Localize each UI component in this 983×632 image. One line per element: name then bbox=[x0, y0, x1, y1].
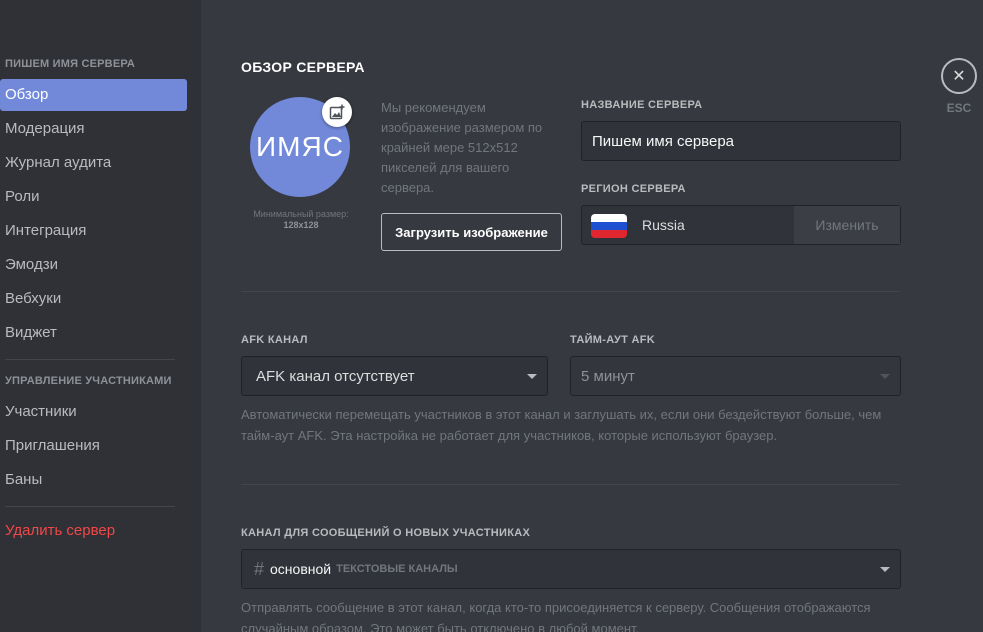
page-title: ОБЗОР СЕРВЕРА bbox=[241, 59, 365, 75]
afk-channel-select[interactable]: AFK канал отсутствует bbox=[241, 356, 548, 396]
chevron-down-icon bbox=[880, 567, 890, 572]
sidebar-item-roles[interactable]: Роли bbox=[0, 181, 187, 213]
sidebar-item-widget[interactable]: Виджет bbox=[0, 317, 187, 349]
image-recommendation: Мы рекомендуем изображение размером по к… bbox=[381, 100, 543, 195]
members-section-title: УПРАВЛЕНИЕ УЧАСТНИКАМИ bbox=[5, 375, 172, 387]
welcome-channel-select[interactable]: # основной ТЕКСТОВЫЕ КАНАЛЫ bbox=[241, 549, 901, 589]
change-region-button[interactable]: Изменить bbox=[794, 206, 900, 244]
welcome-channel-label: КАНАЛ ДЛЯ СООБЩЕНИЙ О НОВЫХ УЧАСТНИКАХ bbox=[241, 527, 531, 539]
welcome-description: Отправлять сообщение в этот канал, когда… bbox=[241, 600, 871, 632]
welcome-channel-name: основной bbox=[270, 561, 332, 577]
server-section-title: ПИШЕМ ИМЯ СЕРВЕРА bbox=[5, 58, 136, 70]
sidebar-item-invites[interactable]: Приглашения bbox=[0, 430, 187, 462]
min-size-label: Минимальный размер: bbox=[253, 209, 349, 219]
sidebar-item-overview[interactable]: Обзор bbox=[0, 79, 187, 111]
min-size-value: 128x128 bbox=[283, 220, 319, 230]
afk-channel-value: AFK канал отсутствует bbox=[256, 367, 415, 385]
sidebar-item-integrations[interactable]: Интеграция bbox=[0, 215, 187, 247]
chevron-down-icon bbox=[880, 374, 890, 379]
chevron-down-icon bbox=[527, 374, 537, 379]
section-divider bbox=[241, 484, 900, 485]
min-size-hint: Минимальный размер: 128x128 bbox=[240, 209, 362, 231]
sidebar-item-bans[interactable]: Баны bbox=[0, 464, 187, 496]
server-region-field: Russia Изменить bbox=[581, 205, 901, 245]
sidebar-separator bbox=[5, 359, 175, 360]
sidebar-separator bbox=[5, 506, 175, 507]
sidebar-item-emoji[interactable]: Эмодзи bbox=[0, 249, 187, 281]
add-image-icon[interactable] bbox=[322, 97, 352, 127]
sidebar-item-audit-log[interactable]: Журнал аудита bbox=[0, 147, 187, 179]
server-name-input[interactable]: Пишем имя сервера bbox=[581, 121, 901, 161]
section-divider bbox=[241, 291, 900, 292]
russia-flag-icon bbox=[591, 214, 627, 238]
sidebar-item-moderation[interactable]: Модерация bbox=[0, 113, 187, 145]
region-name: Russia bbox=[642, 217, 685, 233]
afk-timeout-select[interactable]: 5 минут bbox=[570, 356, 901, 396]
avatar-text: ИМЯС bbox=[256, 131, 344, 162]
sidebar-item-members[interactable]: Участники bbox=[0, 396, 187, 428]
afk-description: Автоматически перемещать участников в эт… bbox=[241, 407, 882, 443]
hash-icon: # bbox=[254, 558, 265, 579]
server-region-label: РЕГИОН СЕРВЕРА bbox=[581, 183, 686, 195]
afk-timeout-label: ТАЙМ-АУТ AFK bbox=[570, 334, 656, 346]
afk-timeout-value: 5 минут bbox=[581, 367, 635, 385]
close-icon[interactable]: ✕ bbox=[941, 58, 977, 94]
sidebar-item-webhooks[interactable]: Вебхуки bbox=[0, 283, 187, 315]
settings-sidebar: ПИШЕМ ИМЯ СЕРВЕРА Обзор Модерация Журнал… bbox=[0, 0, 201, 632]
sidebar-item-delete-server[interactable]: Удалить сервер bbox=[0, 515, 187, 547]
server-name-label: НАЗВАНИЕ СЕРВЕРА bbox=[581, 99, 703, 111]
afk-channel-label: AFK КАНАЛ bbox=[241, 334, 308, 346]
upload-image-button[interactable]: Загрузить изображение bbox=[381, 213, 562, 251]
welcome-channel-category: ТЕКСТОВЫЕ КАНАЛЫ bbox=[336, 563, 458, 575]
esc-label: ESC bbox=[946, 101, 972, 115]
